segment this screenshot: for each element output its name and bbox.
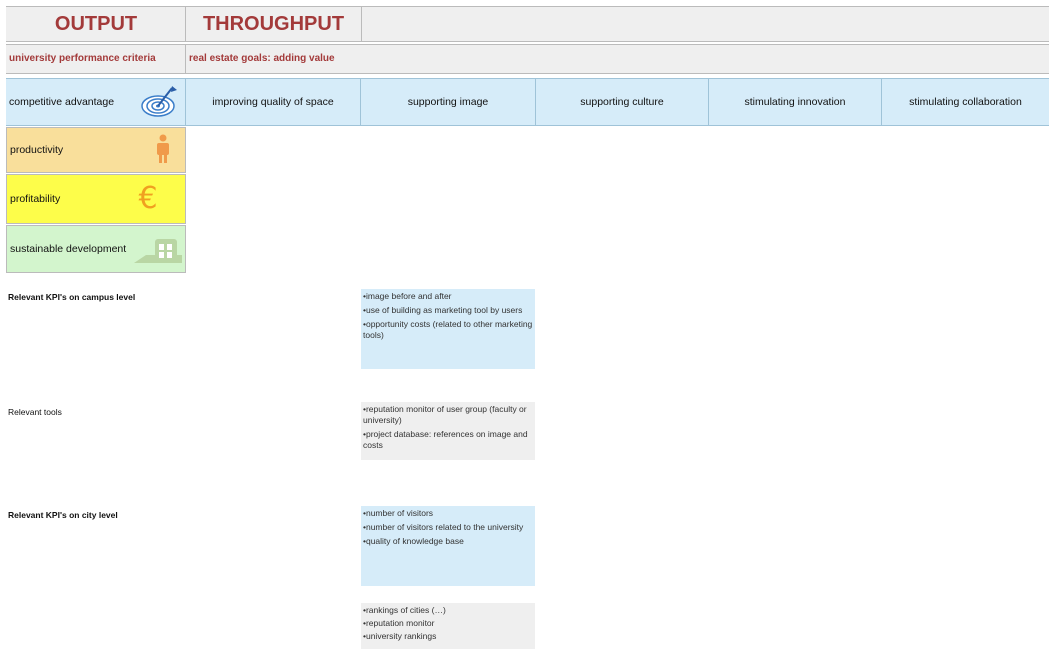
goals-heading: real estate goals: adding value xyxy=(189,53,335,64)
target-icon xyxy=(140,84,180,120)
list-item: •reputation monitor of user group (facul… xyxy=(363,404,527,425)
list-item: •use of building as marketing tool by us… xyxy=(363,305,523,315)
list-item: •project database: references on image a… xyxy=(363,429,528,450)
euro-icon: € xyxy=(138,181,158,216)
tools-label: Relevant tools xyxy=(8,407,62,417)
tools-box: •reputation monitor of user group (facul… xyxy=(361,402,535,460)
list-item: •university rankings xyxy=(363,631,437,641)
city-kpi-label: Relevant KPI's on city level xyxy=(8,510,118,520)
list-item: •quality of knowledge base xyxy=(363,536,464,546)
criteria-label: competitive advantage xyxy=(9,96,115,108)
criteria-label: profitability xyxy=(10,193,61,205)
campus-kpi-box: •image before and after •use of building… xyxy=(361,289,535,369)
city-kpi-box: •number of visitors •number of visitors … xyxy=(361,506,535,586)
throughput-heading: THROUGHPUT xyxy=(202,13,345,35)
city-tools-box: •rankings of cities (…) •reputation moni… xyxy=(361,603,535,649)
criteria-label: sustainable development xyxy=(10,243,127,255)
person-icon xyxy=(154,134,172,164)
list-item: •number of visitors related to the unive… xyxy=(363,522,524,532)
building-icon xyxy=(126,233,182,267)
output-heading: OUTPUT xyxy=(54,13,138,35)
list-item: •rankings of cities (…) xyxy=(363,605,446,615)
criteria-label: productivity xyxy=(10,144,64,156)
list-item: •image before and after xyxy=(363,291,452,301)
list-item: •opportunity costs (related to other mar… xyxy=(363,319,533,340)
goal-improving-quality: improving quality of space xyxy=(186,79,360,125)
list-item: •reputation monitor xyxy=(363,618,435,628)
goal-supporting-culture: supporting culture xyxy=(536,79,708,125)
divider xyxy=(361,6,362,42)
goal-stimulating-collaboration: stimulating collaboration xyxy=(882,79,1049,125)
list-item: •number of visitors xyxy=(363,508,434,518)
campus-kpi-label: Relevant KPI's on campus level xyxy=(8,292,136,302)
goal-supporting-image: supporting image xyxy=(361,79,535,125)
goal-stimulating-innovation: stimulating innovation xyxy=(709,79,881,125)
criteria-heading: university performance criteria xyxy=(9,53,156,64)
